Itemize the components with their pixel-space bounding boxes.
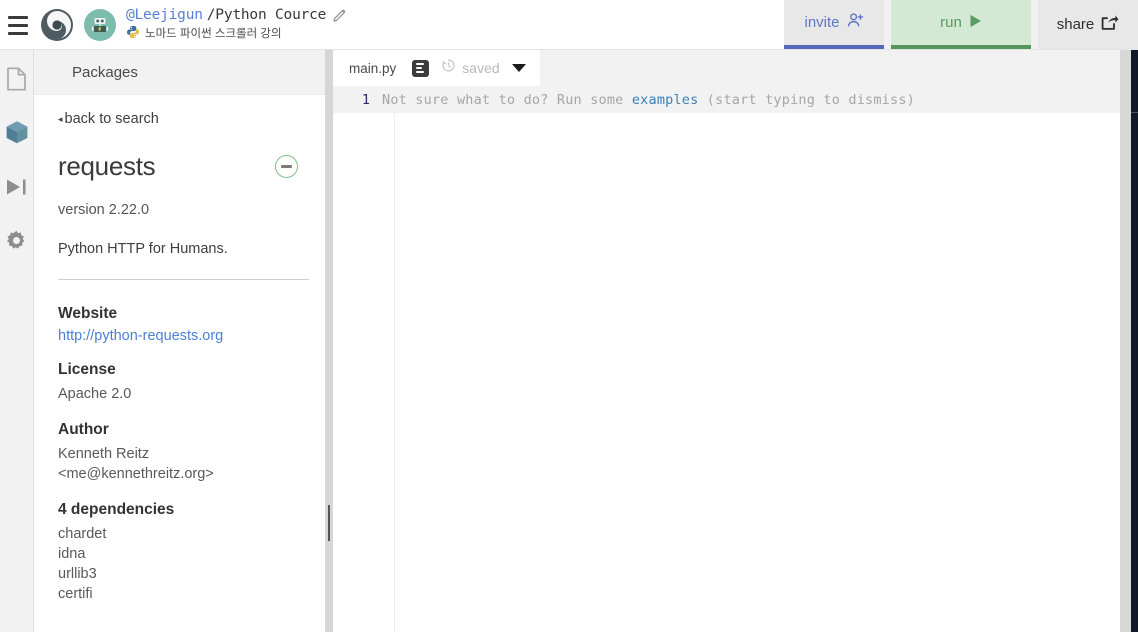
add-person-icon	[847, 12, 864, 33]
sidebar-item-settings[interactable]	[4, 230, 30, 256]
hamburger-line	[8, 24, 28, 27]
run-button[interactable]: run	[891, 0, 1031, 49]
dependency-item[interactable]: certifi	[58, 584, 309, 604]
avatar[interactable]	[78, 0, 122, 49]
repl-title: @Leejigun/Python Cource	[126, 7, 352, 24]
package-license-block: License Apache 2.0	[58, 361, 309, 404]
hamburger-line	[8, 16, 28, 19]
gear-icon	[5, 229, 28, 257]
editor-region: main.py saved 1 Not sure what to do? Run…	[333, 50, 1120, 632]
hamburger-line	[8, 32, 28, 35]
pencil-icon[interactable]	[333, 8, 347, 22]
package-dependencies-block: 4 dependencies chardet idna urllib3 certifi	[58, 501, 309, 604]
left-icon-rail	[0, 50, 34, 632]
package-author-block: Author Kenneth Reitz <me@kennethreitz.or…	[58, 421, 309, 484]
chevron-down-icon[interactable]	[511, 64, 526, 72]
divider	[58, 279, 309, 280]
save-status-label: saved	[462, 60, 500, 76]
play-triangle-icon	[969, 14, 982, 32]
invite-button[interactable]: invite	[784, 0, 884, 49]
top-header-bar: @Leejigun/Python Cource 노마드 파이썬 스크롤러 강의	[0, 0, 1138, 50]
packages-scrollbar-track[interactable]	[325, 50, 333, 632]
package-name: requests	[58, 151, 156, 181]
repl-owner-link[interactable]: @Leejigun	[126, 7, 203, 24]
dependency-item[interactable]: chardet	[58, 524, 309, 544]
save-status-group[interactable]: saved	[441, 58, 500, 78]
share-label: share	[1056, 16, 1095, 33]
file-list-line	[416, 67, 423, 69]
author-email: <me@kennethreitz.org>	[58, 466, 214, 482]
back-to-search-label: back to search	[64, 111, 159, 127]
sidebar-item-files[interactable]	[4, 66, 30, 96]
chevron-left-icon: ◂	[58, 113, 63, 124]
replit-logo-icon[interactable]	[36, 0, 78, 49]
share-export-icon	[1101, 14, 1119, 35]
robot-avatar-icon	[84, 8, 116, 41]
dependencies-list: chardet idna urllib3 certifi	[58, 524, 309, 604]
tab-main-py[interactable]: main.py	[333, 50, 413, 86]
license-heading: License	[58, 361, 116, 378]
panel-resize-handle[interactable]	[1120, 50, 1131, 632]
share-button[interactable]: share	[1038, 0, 1138, 49]
invite-label: invite	[804, 14, 840, 31]
run-label: run	[940, 14, 962, 31]
editor-line-1: 1 Not sure what to do? Run some examples…	[333, 86, 1120, 113]
file-list-line	[416, 71, 425, 73]
python-logo-icon	[126, 25, 140, 43]
line-number: 1	[361, 91, 370, 108]
dependencies-heading: 4 dependencies	[58, 501, 175, 518]
package-version: version 2.22.0	[58, 202, 150, 218]
back-to-search-link[interactable]: ◂ back to search	[58, 111, 309, 127]
sidebar-item-packages[interactable]	[4, 120, 30, 150]
file-list-icon[interactable]	[412, 59, 430, 77]
editor-placeholder-hint: Not sure what to do? Run some examples (…	[382, 92, 915, 108]
repl-subtitle-text: 노마드 파이썬 스크롤러 강의	[145, 27, 282, 40]
console-divider	[1131, 112, 1138, 113]
repl-subtitle-row: 노마드 파이썬 스크롤러 강의	[126, 25, 352, 43]
package-cube-icon	[5, 120, 29, 150]
minus-bar	[281, 165, 292, 168]
hamburger-menu-icon[interactable]	[0, 0, 36, 49]
website-heading: Website	[58, 305, 118, 322]
file-list-line	[416, 63, 425, 65]
header-spacer	[352, 0, 784, 49]
header-button-gap	[1031, 0, 1038, 49]
play-to-end-icon	[4, 177, 29, 202]
package-description: Python HTTP for Humans.	[58, 241, 228, 257]
console-panel[interactable]	[1131, 50, 1138, 632]
sidebar-item-debugger[interactable]	[4, 176, 30, 202]
author-name: Kenneth Reitz	[58, 446, 150, 462]
packages-scrollbar-thumb[interactable]	[328, 505, 330, 541]
gutter-divider	[394, 113, 395, 632]
packages-panel-title: Packages	[34, 50, 333, 95]
editor-tab-tools: saved	[412, 50, 540, 86]
packages-panel: Packages ◂ back to search requests versi…	[34, 50, 333, 632]
hint-suffix: (start typing to dismiss)	[698, 91, 915, 108]
dependency-item[interactable]: idna	[58, 544, 309, 564]
tabbar-empty-space	[539, 50, 1120, 86]
repl-name[interactable]: /Python Cource	[207, 7, 327, 24]
packages-panel-body: ◂ back to search requests version 2.22.0…	[34, 95, 333, 632]
file-document-icon	[6, 66, 27, 96]
license-value: Apache 2.0	[58, 386, 132, 402]
website-link[interactable]: http://python-requests.org	[58, 328, 309, 344]
package-title-row: requests	[58, 151, 309, 182]
repl-title-block: @Leejigun/Python Cource 노마드 파이썬 스크롤러 강의	[122, 0, 352, 49]
hint-prefix: Not sure what to do? Run some	[382, 91, 632, 108]
dependency-item[interactable]: urllib3	[58, 564, 309, 584]
replit-ide-window: @Leejigun/Python Cource 노마드 파이썬 스크롤러 강의	[0, 0, 1138, 632]
minus-circle-icon[interactable]	[275, 155, 298, 178]
history-clock-icon	[441, 58, 456, 78]
package-website-block: Website http://python-requests.org	[58, 305, 309, 344]
examples-link[interactable]: examples	[632, 92, 699, 108]
editor-tabbar: main.py saved	[333, 50, 1120, 86]
author-heading: Author	[58, 421, 109, 438]
code-editor[interactable]: 1 Not sure what to do? Run some examples…	[333, 86, 1120, 632]
header-button-gap	[884, 0, 891, 49]
